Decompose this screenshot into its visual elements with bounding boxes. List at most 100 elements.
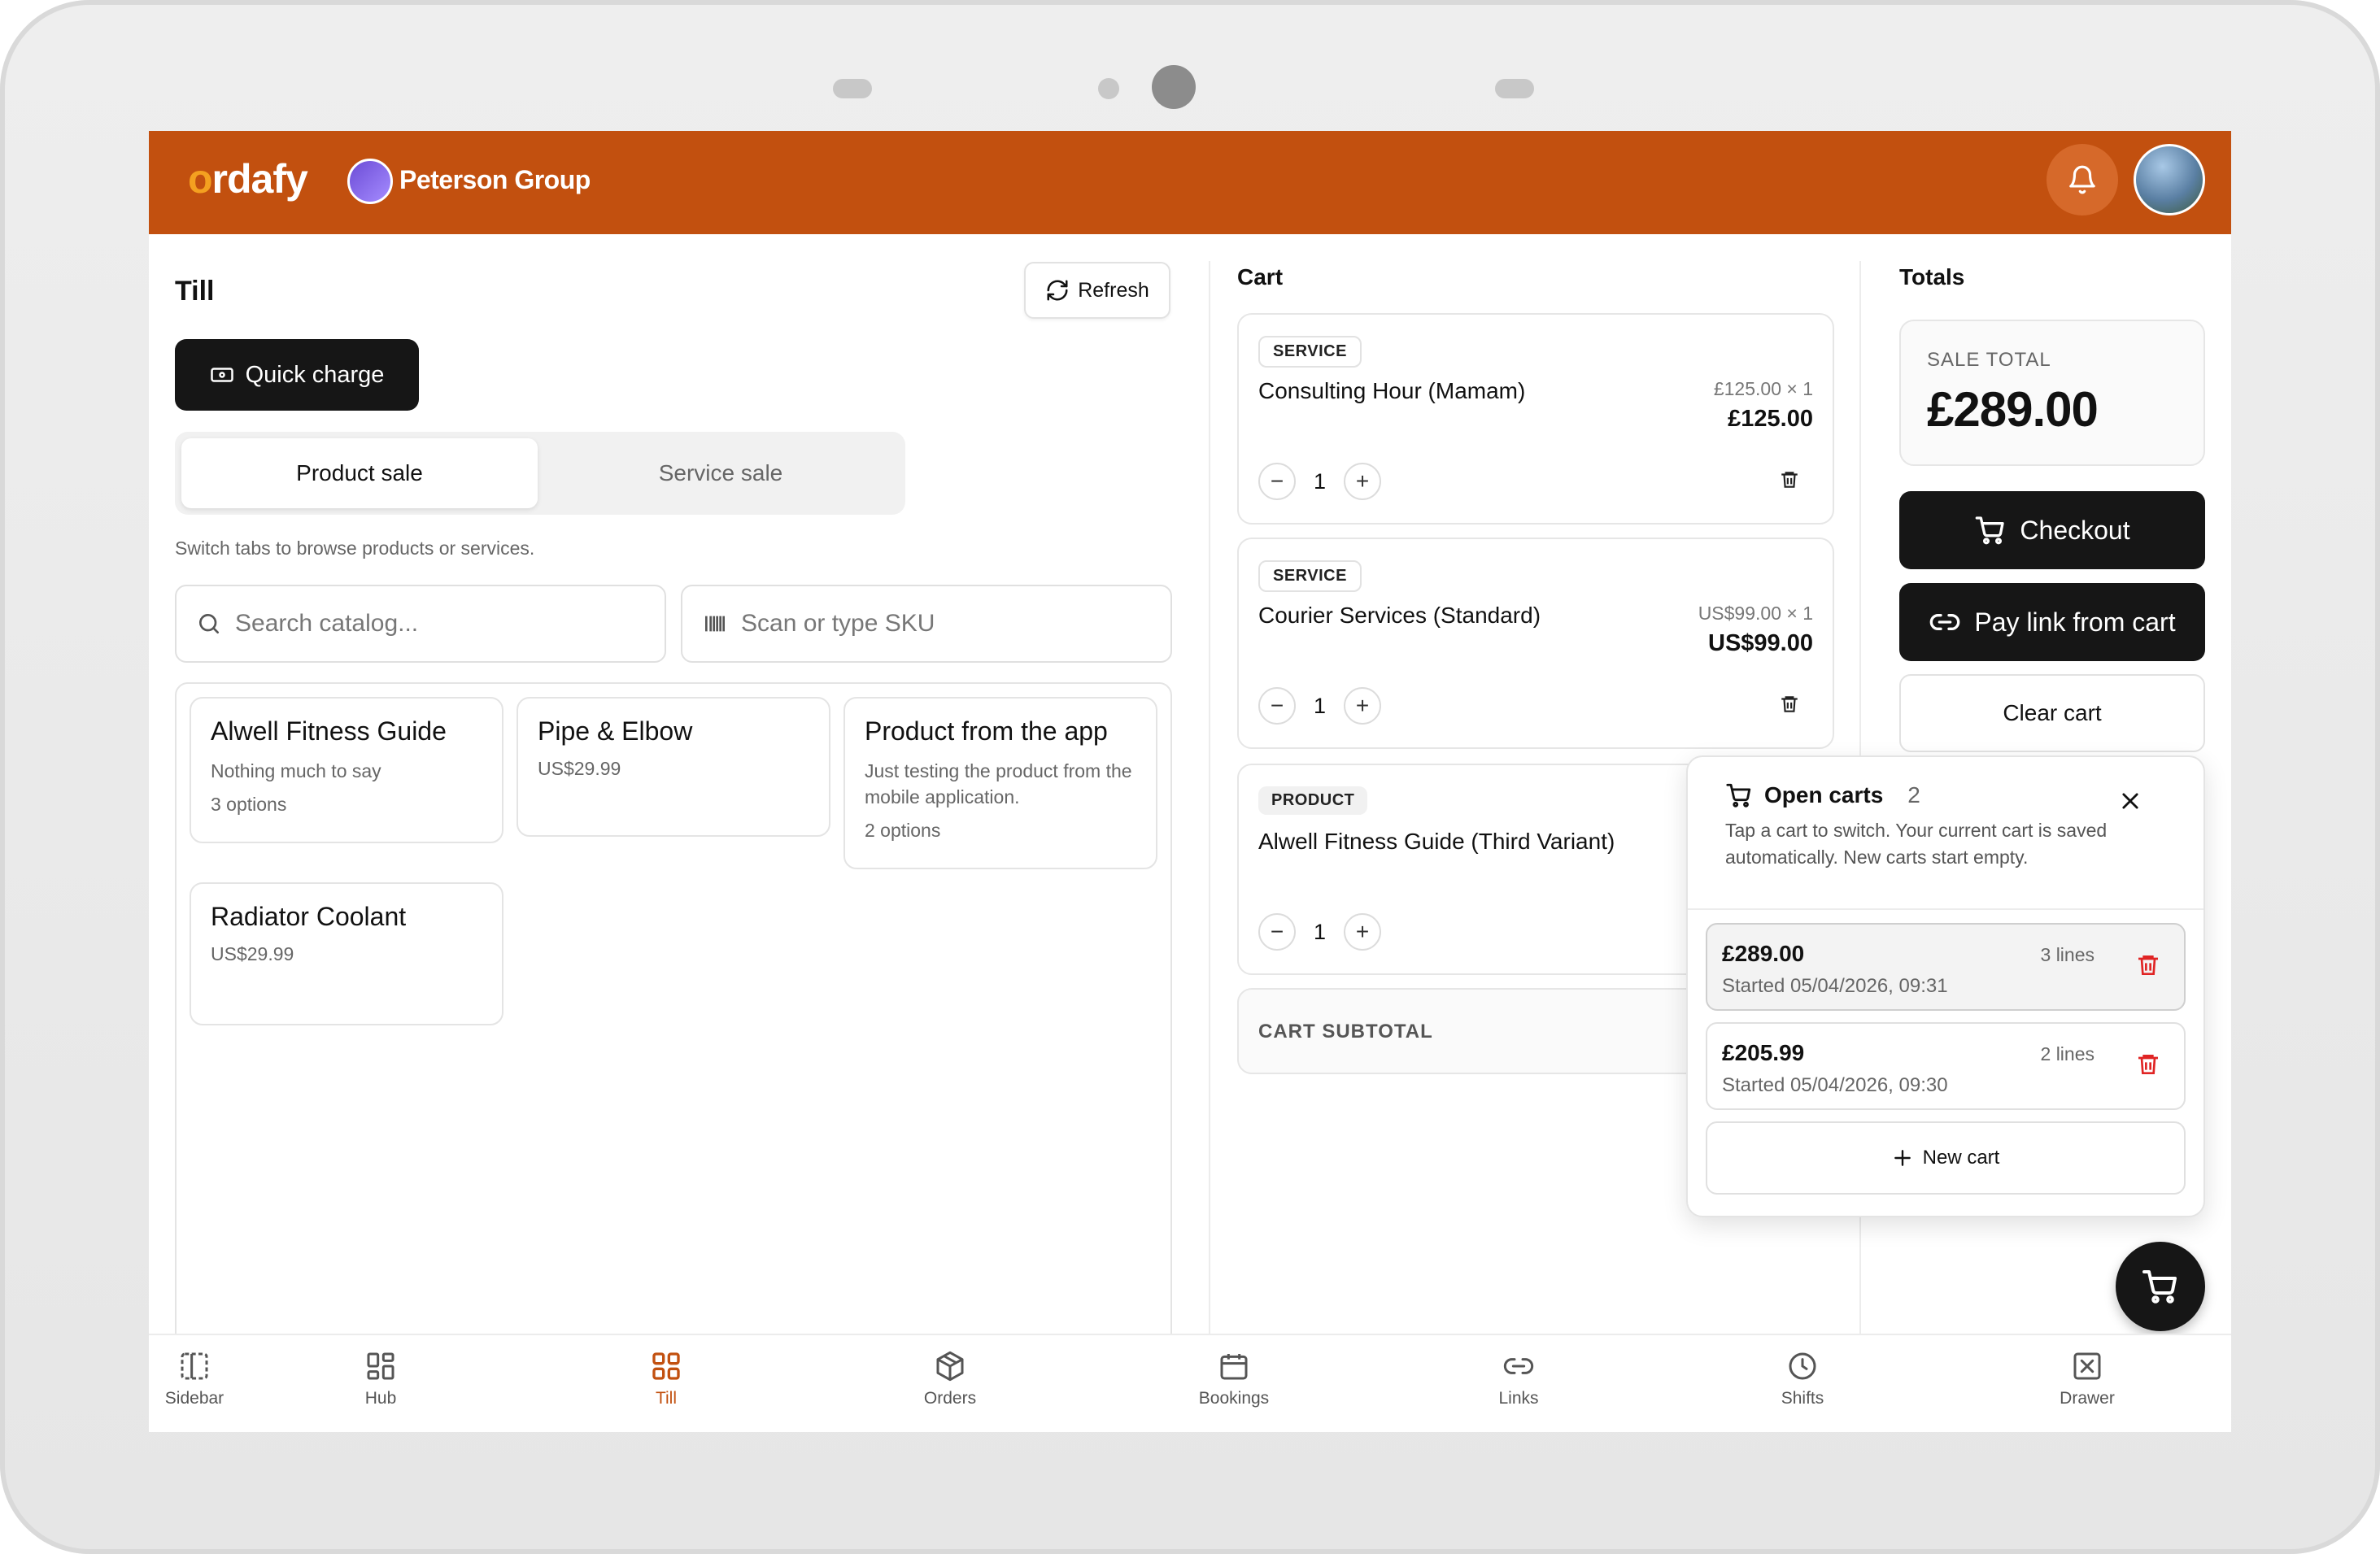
decrement-button[interactable]: − bbox=[1258, 687, 1296, 725]
product-card[interactable]: Radiator Coolant US$29.99 bbox=[190, 882, 503, 1025]
cart-item: SERVICE Courier Services (Standard) US$9… bbox=[1237, 538, 1834, 749]
tab-service-sale[interactable]: Service sale bbox=[543, 438, 899, 508]
close-icon bbox=[2122, 793, 2138, 809]
decrement-button[interactable]: − bbox=[1258, 913, 1296, 951]
refresh-button[interactable]: Refresh bbox=[1024, 262, 1170, 319]
search-icon bbox=[199, 614, 219, 633]
cart-icon bbox=[1976, 516, 2005, 545]
nav-bookings[interactable]: Bookings bbox=[1169, 1350, 1299, 1408]
drawer-icon bbox=[2073, 1352, 2101, 1380]
divider bbox=[1688, 908, 2203, 910]
nav-links[interactable]: Links bbox=[1454, 1350, 1584, 1408]
box-icon bbox=[936, 1351, 964, 1382]
remove-item-button[interactable] bbox=[1779, 694, 1800, 719]
bell-icon bbox=[2069, 165, 2095, 194]
trash-icon bbox=[2138, 955, 2158, 975]
quantity-stepper: − 1 + bbox=[1258, 463, 1382, 500]
checkout-button[interactable]: Checkout bbox=[1899, 491, 2205, 569]
item-name: Courier Services (Standard) bbox=[1258, 603, 1541, 628]
item-unit-price: US$99.00 × 1 bbox=[1698, 603, 1813, 624]
quantity-value: 1 bbox=[1314, 919, 1327, 944]
grid-icon bbox=[652, 1352, 680, 1380]
ordafy-logo[interactable]: ordafy bbox=[188, 155, 308, 202]
popover-header: Open carts 2 bbox=[1725, 781, 1920, 809]
top-header: ordafy Peterson Group bbox=[149, 131, 2231, 234]
sku-input[interactable]: Scan or type SKU bbox=[681, 585, 1172, 663]
clear-cart-button[interactable]: Clear cart bbox=[1899, 674, 2205, 752]
quantity-value: 1 bbox=[1314, 468, 1327, 494]
quantity-stepper: − 1 + bbox=[1258, 687, 1382, 725]
nav-shifts[interactable]: Shifts bbox=[1737, 1350, 1868, 1408]
nav-hub[interactable]: Hub bbox=[316, 1350, 446, 1408]
column-divider bbox=[1209, 261, 1210, 1432]
open-carts-count: 2 bbox=[1907, 782, 1920, 807]
quick-charge-button[interactable]: Quick charge bbox=[175, 339, 419, 411]
tabs-hint: Switch tabs to browse products or servic… bbox=[175, 538, 535, 559]
item-type-badge: SERVICE bbox=[1258, 336, 1362, 368]
product-card[interactable]: Alwell Fitness Guide Nothing much to say… bbox=[190, 697, 503, 843]
plus-icon bbox=[1894, 1150, 1911, 1166]
item-total: US$99.00 bbox=[1708, 630, 1813, 656]
open-cart-item[interactable]: £289.00 3 lines Started 05/04/2026, 09:3… bbox=[1706, 923, 2186, 1011]
link-icon bbox=[1930, 614, 1960, 630]
cart-icon bbox=[1726, 783, 1751, 807]
clock-icon bbox=[1789, 1352, 1816, 1380]
trash-icon bbox=[1781, 696, 1798, 712]
open-carts-fab[interactable] bbox=[2116, 1242, 2205, 1331]
app-screen: ordafy Peterson Group Till Refresh Quick… bbox=[149, 131, 2231, 1432]
org-name[interactable]: Peterson Group bbox=[399, 165, 591, 195]
sensor-dot bbox=[1098, 78, 1119, 99]
item-unit-price: £125.00 × 1 bbox=[1713, 378, 1813, 399]
search-input[interactable]: Search catalog... bbox=[175, 585, 666, 663]
item-type-badge: SERVICE bbox=[1258, 560, 1362, 592]
refresh-icon bbox=[1047, 280, 1068, 301]
bottom-nav: Sidebar Hub Till Orders Bookings Links S… bbox=[149, 1334, 2231, 1432]
open-carts-popover: Open carts 2 Tap a cart to switch. Your … bbox=[1686, 755, 2205, 1217]
decrement-button[interactable]: − bbox=[1258, 463, 1296, 500]
notifications-button[interactable] bbox=[2047, 144, 2118, 215]
cart-item: SERVICE Consulting Hour (Mamam) £125.00 … bbox=[1237, 313, 1834, 525]
link-icon bbox=[1503, 1358, 1534, 1374]
item-total: £125.00 bbox=[1728, 406, 1813, 432]
page-title: Till bbox=[175, 276, 215, 307]
close-popover-button[interactable] bbox=[2119, 790, 2142, 816]
sale-total-card: SALE TOTAL £289.00 bbox=[1899, 320, 2205, 466]
item-name: Alwell Fitness Guide (Third Variant) bbox=[1258, 829, 1615, 854]
remove-item-button[interactable] bbox=[1779, 469, 1800, 494]
item-type-badge: PRODUCT bbox=[1258, 786, 1368, 815]
cart-icon bbox=[2142, 1270, 2177, 1304]
user-avatar[interactable] bbox=[2134, 144, 2205, 215]
org-avatar[interactable] bbox=[347, 159, 393, 204]
trash-icon bbox=[2138, 1055, 2158, 1074]
tab-product-sale[interactable]: Product sale bbox=[181, 438, 538, 508]
nav-till[interactable]: Till bbox=[601, 1350, 731, 1408]
camera bbox=[1152, 65, 1196, 109]
grid-icon bbox=[367, 1352, 394, 1380]
popover-title: Open carts bbox=[1764, 782, 1884, 807]
cart-title: Cart bbox=[1237, 264, 1284, 289]
sale-total-label: SALE TOTAL bbox=[1927, 349, 2051, 371]
nav-orders[interactable]: Orders bbox=[885, 1350, 1015, 1408]
barcode-icon bbox=[705, 616, 725, 632]
product-card[interactable]: Product from the app Just testing the pr… bbox=[843, 697, 1157, 869]
calendar-icon bbox=[1220, 1354, 1248, 1380]
new-cart-button[interactable]: New cart bbox=[1706, 1121, 2186, 1195]
speaker-left bbox=[833, 79, 872, 98]
pay-link-button[interactable]: Pay link from cart bbox=[1899, 583, 2205, 661]
delete-cart-button[interactable] bbox=[2135, 952, 2161, 982]
sale-type-tabs: Product sale Service sale bbox=[175, 432, 905, 515]
totals-title: Totals bbox=[1899, 264, 1965, 289]
increment-button[interactable]: + bbox=[1344, 463, 1382, 500]
quantity-stepper: − 1 + bbox=[1258, 913, 1382, 951]
quantity-value: 1 bbox=[1314, 693, 1327, 718]
trash-icon bbox=[1781, 472, 1798, 488]
nav-drawer[interactable]: Drawer bbox=[2022, 1350, 2152, 1408]
cash-icon bbox=[210, 368, 233, 382]
increment-button[interactable]: + bbox=[1344, 687, 1382, 725]
open-cart-item[interactable]: £205.99 2 lines Started 05/04/2026, 09:3… bbox=[1706, 1022, 2186, 1110]
nav-sidebar[interactable]: Sidebar bbox=[149, 1350, 259, 1408]
product-catalog: Alwell Fitness Guide Nothing much to say… bbox=[175, 682, 1172, 1432]
product-card[interactable]: Pipe & Elbow US$29.99 bbox=[517, 697, 830, 837]
delete-cart-button[interactable] bbox=[2135, 1051, 2161, 1082]
increment-button[interactable]: + bbox=[1344, 913, 1382, 951]
